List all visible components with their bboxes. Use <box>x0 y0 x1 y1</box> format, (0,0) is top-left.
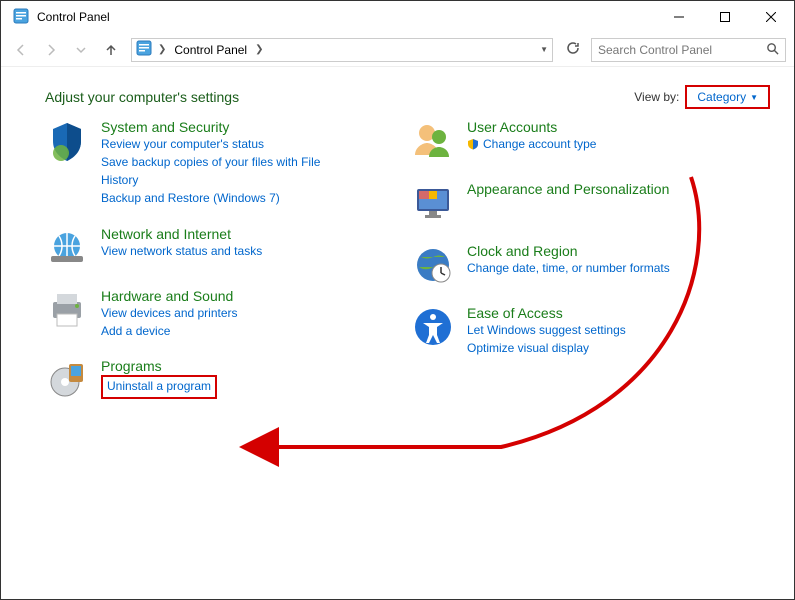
category-system-security: System and Security Review your computer… <box>45 119 345 208</box>
annotation-highlight-uninstall: Uninstall a program <box>101 375 217 398</box>
category-ease-of-access: Ease of Access Let Windows suggest setti… <box>411 305 701 358</box>
link-add-device[interactable]: Add a device <box>101 323 238 340</box>
viewby-label: View by: <box>634 90 679 104</box>
control-panel-icon <box>136 40 152 59</box>
category-user-accounts: User Accounts Change account type <box>411 119 701 163</box>
recent-dropdown[interactable] <box>69 38 93 62</box>
category-link-system-security[interactable]: System and Security <box>101 119 345 135</box>
printer-icon <box>45 288 89 332</box>
category-link-hardware[interactable]: Hardware and Sound <box>101 288 238 304</box>
up-button[interactable] <box>99 38 123 62</box>
link-network-status[interactable]: View network status and tasks <box>101 243 262 260</box>
content-area: Adjust your computer's settings View by:… <box>1 67 794 402</box>
search-icon <box>766 42 779 58</box>
ease-of-access-icon <box>411 305 455 349</box>
link-date-time-formats[interactable]: Change date, time, or number formats <box>467 260 670 277</box>
chevron-right-icon[interactable]: ❯ <box>158 44 166 55</box>
close-button[interactable] <box>748 1 794 33</box>
breadcrumb-root[interactable]: Control Panel <box>172 43 249 57</box>
forward-button[interactable] <box>39 38 63 62</box>
search-placeholder: Search Control Panel <box>598 43 766 57</box>
titlebar: Control Panel <box>1 1 794 33</box>
category-link-appearance[interactable]: Appearance and Personalization <box>467 181 669 197</box>
chevron-right-icon[interactable]: ❯ <box>255 44 263 55</box>
category-link-network[interactable]: Network and Internet <box>101 226 262 242</box>
address-bar[interactable]: ❯ Control Panel ❯ ▼ <box>131 38 553 62</box>
link-optimize-visual[interactable]: Optimize visual display <box>467 340 626 357</box>
maximize-button[interactable] <box>702 1 748 33</box>
link-file-history[interactable]: Save backup copies of your files with Fi… <box>101 154 345 189</box>
back-button[interactable] <box>9 38 33 62</box>
toolbar: ❯ Control Panel ❯ ▼ Search Control Panel <box>1 33 794 67</box>
minimize-button[interactable] <box>656 1 702 33</box>
control-panel-window: Control Panel ❯ Control Panel ❯ ▼ Search… <box>0 0 795 600</box>
chevron-down-icon[interactable]: ▼ <box>540 45 548 54</box>
annotation-highlight-viewby: Category ▼ <box>685 85 770 109</box>
monitor-icon <box>411 181 455 225</box>
category-appearance: Appearance and Personalization <box>411 181 701 225</box>
search-input[interactable]: Search Control Panel <box>591 38 786 62</box>
programs-icon <box>45 358 89 402</box>
shield-icon <box>45 119 89 163</box>
category-link-clock[interactable]: Clock and Region <box>467 243 670 259</box>
category-link-programs[interactable]: Programs <box>101 358 217 374</box>
link-uninstall-program[interactable]: Uninstall a program <box>107 379 211 393</box>
category-link-user-accounts[interactable]: User Accounts <box>467 119 596 135</box>
chevron-down-icon: ▼ <box>750 93 758 102</box>
category-hardware: Hardware and Sound View devices and prin… <box>45 288 345 341</box>
window-title: Control Panel <box>37 10 110 24</box>
control-panel-icon <box>13 8 29 27</box>
refresh-button[interactable] <box>561 38 585 62</box>
category-programs: Programs Uninstall a program <box>45 358 345 402</box>
shield-uac-icon <box>467 138 479 155</box>
viewby-dropdown[interactable]: Category ▼ <box>691 88 764 106</box>
globe-network-icon <box>45 226 89 270</box>
category-clock: Clock and Region Change date, time, or n… <box>411 243 701 287</box>
link-suggest-settings[interactable]: Let Windows suggest settings <box>467 322 626 339</box>
link-devices-printers[interactable]: View devices and printers <box>101 305 238 322</box>
link-review-status[interactable]: Review your computer's status <box>101 136 345 153</box>
category-link-ease-of-access[interactable]: Ease of Access <box>467 305 626 321</box>
link-backup-restore[interactable]: Backup and Restore (Windows 7) <box>101 190 345 207</box>
clock-globe-icon <box>411 243 455 287</box>
link-change-account-type[interactable]: Change account type <box>467 136 596 155</box>
user-accounts-icon <box>411 119 455 163</box>
category-network: Network and Internet View network status… <box>45 226 345 270</box>
page-heading: Adjust your computer's settings <box>45 89 239 105</box>
